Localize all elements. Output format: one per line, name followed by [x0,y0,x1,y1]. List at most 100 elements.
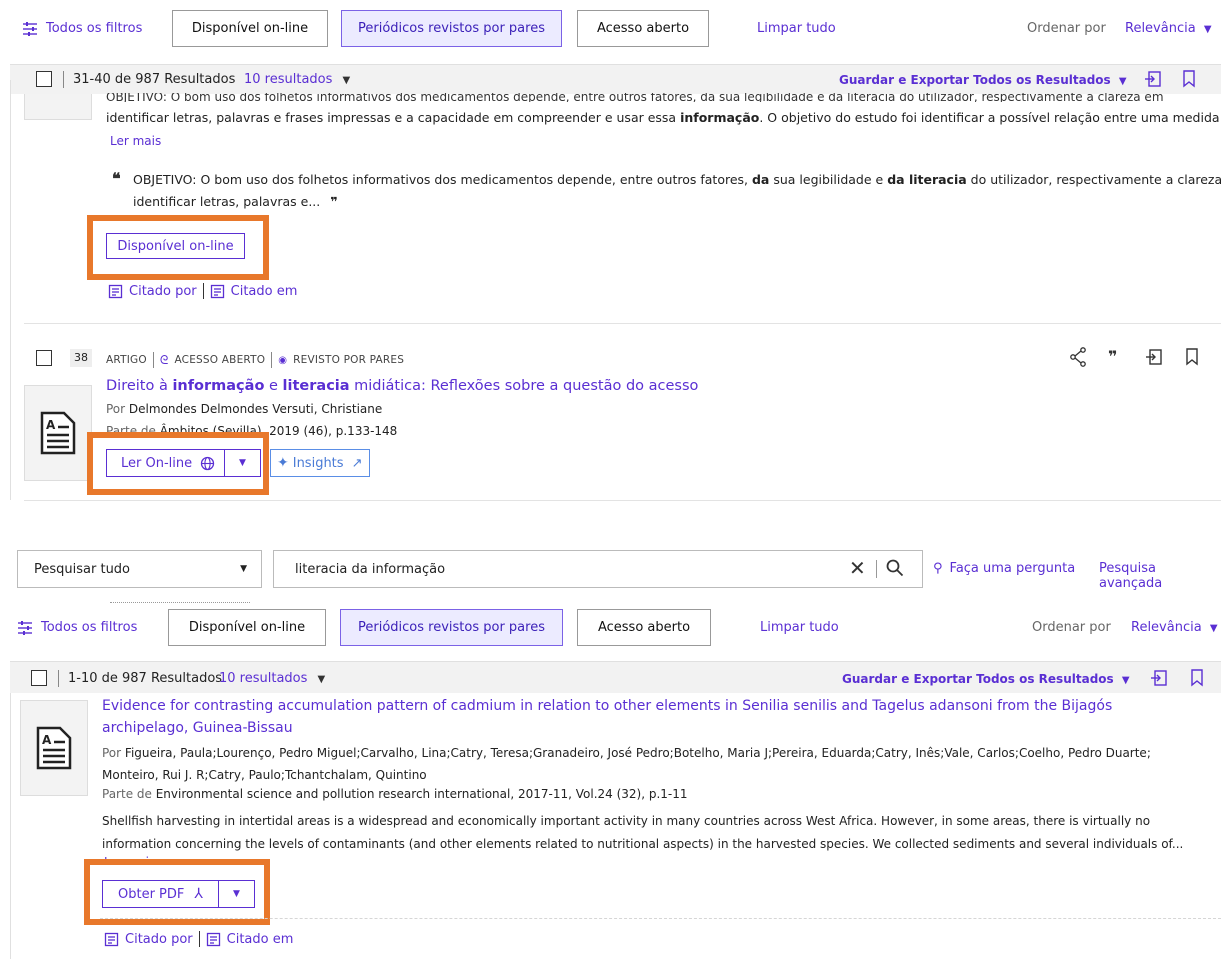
title-text: e [264,378,283,394]
select-all-checkbox[interactable] [31,670,47,686]
filter-sliders-icon [23,21,37,36]
abstract-text: . O objetivo do estudo foi identificar a… [759,110,1221,125]
save-export-button[interactable]: Guardar e Exportar Todos os Resultados ▼ [839,73,1127,87]
select-all-checkbox[interactable] [36,71,52,87]
advanced-search-link[interactable]: Pesquisa avançada [1099,561,1221,591]
abstract-highlight: informação [680,110,760,125]
item38-thumbnail: A [24,385,92,481]
cite-quote-icon[interactable]: ❞ [1108,347,1117,366]
search-icon[interactable] [886,559,904,577]
title-highlight: literacia [282,378,350,394]
article-document-icon: A [36,726,72,770]
item37-abstract-line: identificar letras, palavras e frases im… [106,110,1221,125]
filter-online-button[interactable]: Disponível on-line [172,10,328,47]
clear-all-link[interactable]: Limpar tudo [760,620,839,635]
item38-peer-reviewed: REVISTO POR PARES [293,354,405,366]
separator [271,352,273,368]
title-highlight: informação [172,378,265,394]
item1-title-link[interactable]: Evidence for contrasting accumulation pa… [102,695,1202,739]
quote-text: identificar letras, palavras e... [133,194,321,209]
separator [63,71,64,88]
insights-button[interactable]: ✦ Insights ↗ [270,449,370,477]
item38-authors: Delmondes Delmondes Versuti, Christiane [128,402,383,416]
separator [58,670,59,687]
save-export-label: Guardar e Exportar Todos os Resultados [839,73,1111,87]
caret-down-icon: ▼ [1121,675,1130,686]
quote-text: sua legibilidade e [769,172,888,187]
bookmark-icon[interactable] [1190,669,1204,687]
result-divider [24,500,1221,501]
all-filters-label: Todos os filtros [41,620,138,635]
filter-open-access-button[interactable]: Acesso aberto [577,609,711,646]
item37-abstract-clipped: OBJETIVO: O bom uso dos folhetos informa… [106,93,1164,102]
cited-by-link[interactable]: Citado por [129,284,197,299]
by-label: Por [102,746,122,760]
abstract-text: identificar letras, palavras e frases im… [106,110,681,125]
sort-label: Ordenar por [1027,21,1106,36]
clear-all-link[interactable]: Limpar tudo [757,21,836,36]
quote-highlight: da literacia [887,172,967,187]
all-filters-button[interactable]: Todos os filtros [22,21,142,36]
open-access-icon: ᘓ [159,352,169,367]
title-line: archipelago, Guinea-Bissau [102,720,293,736]
export-icon[interactable] [1145,348,1163,366]
clear-search-icon[interactable]: ✕ [849,558,866,578]
abstract-line: information concerning the levels of con… [102,837,1184,851]
read-more-link[interactable]: Ler mais [110,134,161,148]
caret-down-icon: ▼ [240,564,247,574]
item1-thumbnail: A [20,700,88,796]
quote-close-icon: ❞ [330,194,338,209]
sort-label: Ordenar por [1032,620,1111,635]
filter-peer-reviewed-button[interactable]: Periódicos revistos por pares [341,10,562,47]
sort-value: Relevância [1131,620,1202,635]
sparkle-icon: ✦ [277,455,289,471]
results-header-top: 31-40 de 987 Resultados 10 resultados ▼ … [10,64,1221,94]
item37-quote-line1: OBJETIVO: O bom uso dos folhetos informa… [133,172,1221,187]
search-scope-value: Pesquisar tudo [34,561,131,577]
left-border [10,80,11,500]
left-border [10,693,11,959]
save-export-button[interactable]: Guardar e Exportar Todos os Resultados ▼ [842,672,1130,686]
svg-text:A: A [42,733,52,747]
item38-checkbox[interactable] [36,350,52,366]
all-filters-label: Todos os filtros [46,21,143,36]
separator [876,560,877,578]
svg-text:A: A [46,418,56,432]
search-input[interactable]: literacia da informação [273,550,923,588]
filter-open-access-button[interactable]: Acesso aberto [577,10,709,47]
search-scope-select[interactable]: Pesquisar tudo ▼ [17,550,262,588]
filter-peer-reviewed-button[interactable]: Periódicos revistos por pares [340,609,563,646]
ai-search-icon: ⚲ [933,561,943,576]
export-icon[interactable] [1150,669,1168,687]
cited-by-icon [104,932,119,946]
all-filters-button[interactable]: Todos os filtros [17,620,137,635]
sort-dropdown[interactable]: Relevância ▼ [1131,620,1218,635]
bookmark-icon[interactable] [1185,348,1199,366]
quote-open-icon: ❝ [112,172,121,184]
sort-dropdown[interactable]: Relevância ▼ [1125,21,1212,36]
per-page-dropdown[interactable]: 10 resultados ▼ [219,671,325,686]
sort-value: Relevância [1125,21,1196,36]
title-text: midiática: Reflexões sobre a questão do … [349,378,699,394]
item38-title-link[interactable]: Direito à informação e literacia midiáti… [106,378,698,394]
cited-in-link[interactable]: Citado em [227,932,294,947]
caret-down-icon: ▼ [342,75,351,86]
article-document-icon: A [40,411,76,455]
bookmark-icon[interactable] [1182,70,1196,88]
quote-highlight: da [751,172,770,187]
share-icon[interactable] [1069,347,1087,367]
item38-open-access: ACESSO ABERTO [174,354,266,366]
separator [202,283,204,299]
cited-by-link[interactable]: Citado por [125,932,193,947]
highlight-box [87,432,269,495]
filter-online-button[interactable]: Disponível on-line [168,609,326,646]
export-icon[interactable] [1144,70,1162,88]
cited-in-link[interactable]: Citado em [231,284,298,299]
results-header-bottom: 1-10 de 987 Resultados 10 resultados ▼ G… [10,661,1221,693]
item1-abstract: Shellfish harvesting in intertidal areas… [102,810,1183,856]
ask-question-link[interactable]: ⚲ Faça uma pergunta [933,561,1075,576]
caret-down-icon: ▼ [1118,76,1127,87]
item38-type: ARTIGO [106,354,147,366]
peer-reviewed-icon: ◉ [278,354,288,366]
per-page-dropdown[interactable]: 10 resultados ▼ [244,72,350,87]
